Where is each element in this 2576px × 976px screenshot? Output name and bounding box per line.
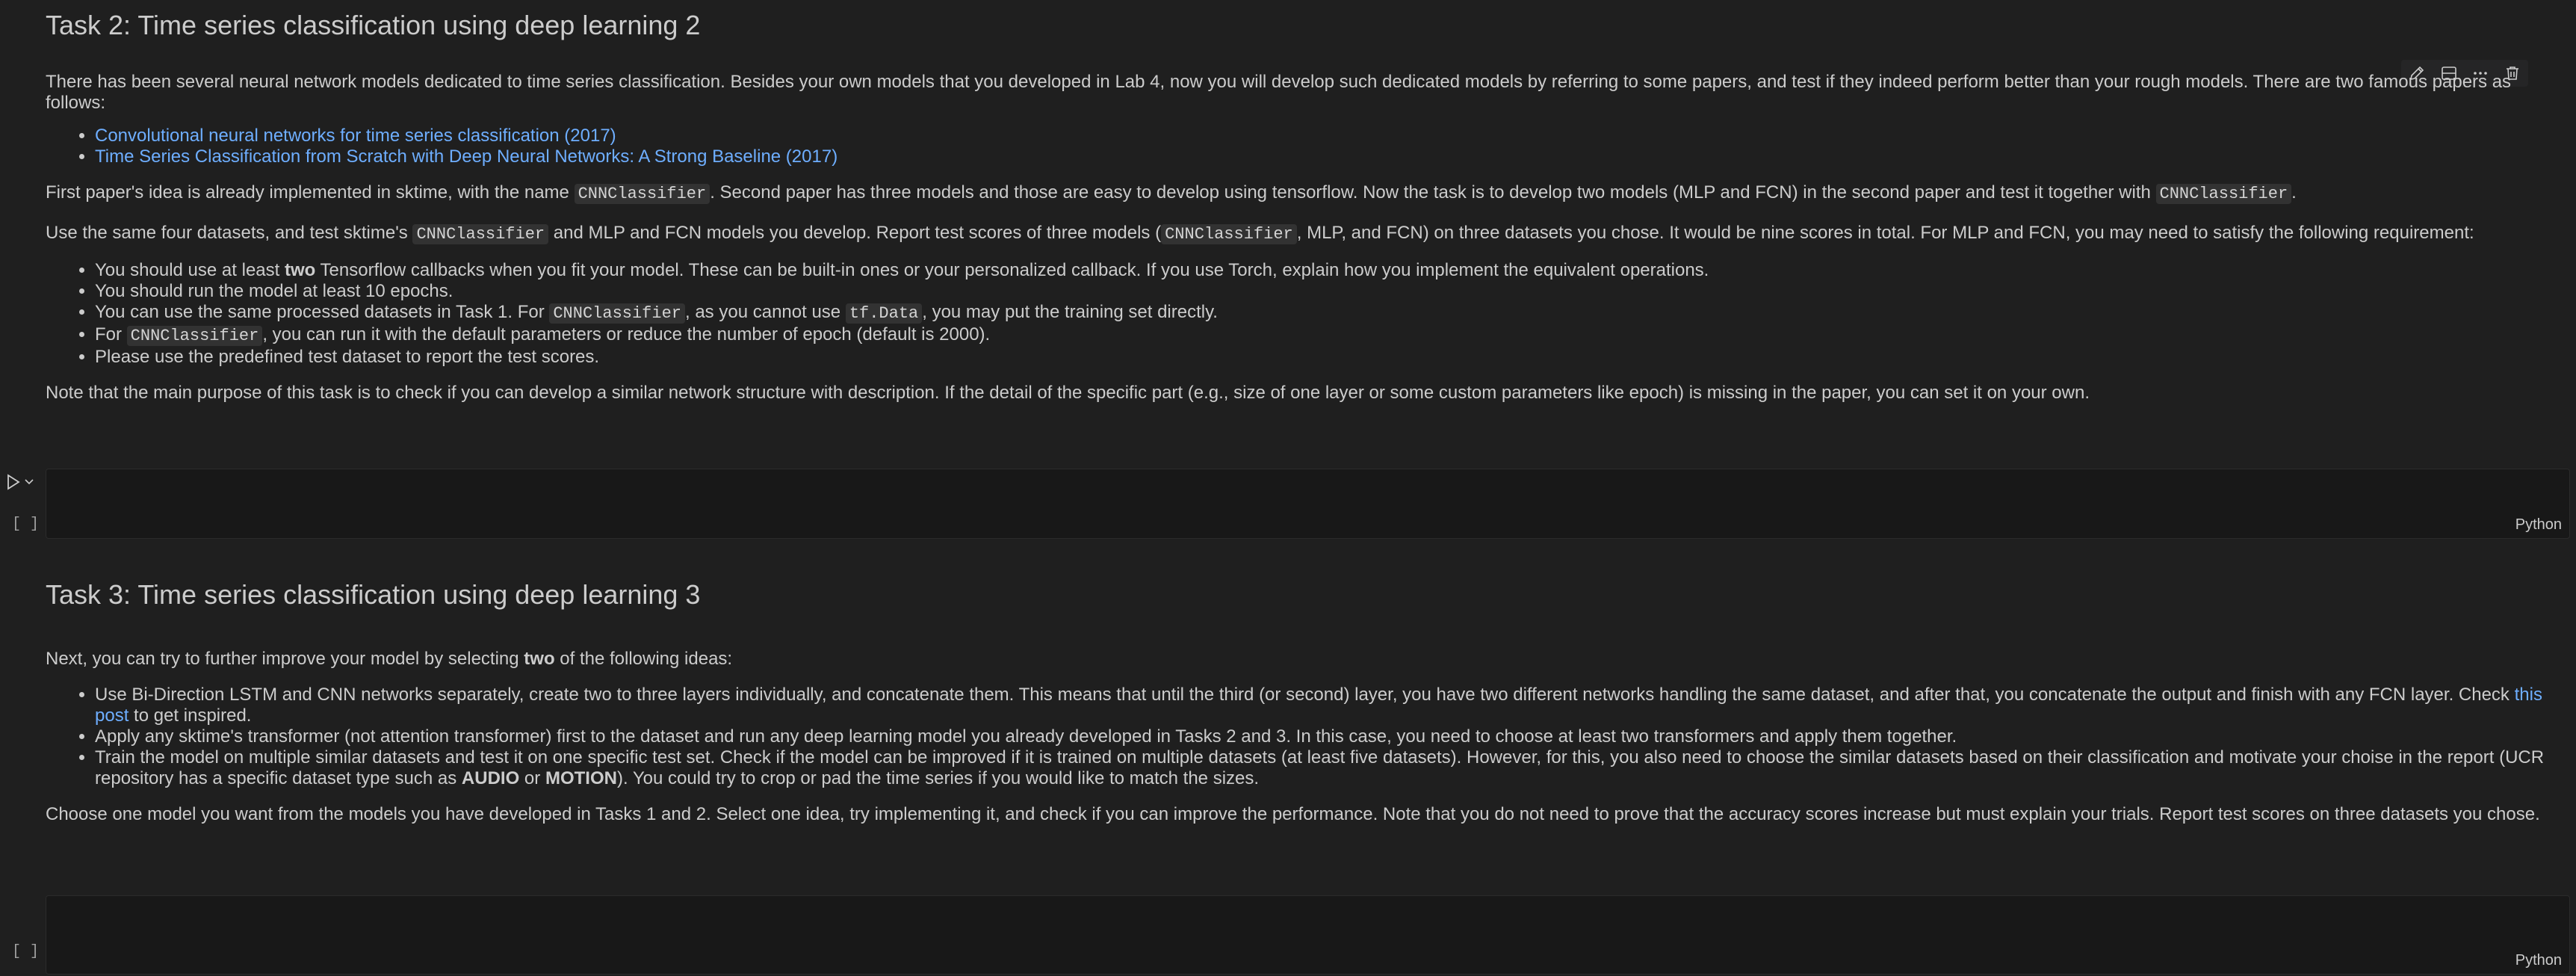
task2-markdown-cell: Task 2: Time series classification using…: [46, 9, 2570, 404]
task3-markdown-cell: Task 3: Time series classification using…: [46, 578, 2570, 825]
language-label[interactable]: Python: [2515, 516, 2562, 534]
ideas-list: Use Bi-Direction LSTM and CNN networks s…: [46, 685, 2570, 789]
task3-heading: Task 3: Time series classification using…: [46, 579, 701, 610]
list-item: For CNNClassifier, you can run it with t…: [95, 324, 2570, 347]
list-item: Convolutional neural networks for time s…: [95, 126, 2570, 146]
list-item: Apply any sktime's transformer (not atte…: [95, 726, 2570, 747]
list-item: Please use the predefined test dataset t…: [95, 347, 2570, 368]
inline-code: CNNClassifier: [574, 184, 710, 204]
list-item: Time Series Classification from Scratch …: [95, 146, 2570, 167]
inline-code: CNNClassifier: [126, 326, 263, 346]
requirements-list: You should use at least two Tensorflow c…: [46, 260, 2570, 368]
execution-count: [ ]: [12, 516, 40, 533]
chevron-down-icon: [25, 479, 34, 485]
task2-paragraph-sktime: First paper's idea is already implemente…: [46, 182, 2297, 204]
task3-intro: Next, you can try to further improve you…: [46, 649, 733, 669]
inline-code: CNNClassifier: [2155, 184, 2292, 204]
execution-count: [ ]: [12, 943, 40, 960]
run-cell-button[interactable]: [6, 471, 39, 493]
paper-link-baseline[interactable]: Time Series Classification from Scratch …: [95, 146, 837, 167]
task2-note: Note that the main purpose of this task …: [46, 383, 2090, 403]
task2-intro: There has been several neural network mo…: [46, 72, 2512, 113]
paper-link-cnn[interactable]: Convolutional neural networks for time s…: [95, 126, 616, 146]
language-label[interactable]: Python: [2515, 952, 2562, 969]
list-item: You should use at least two Tensorflow c…: [95, 260, 2570, 281]
list-item: Train the model on multiple similar data…: [95, 747, 2570, 789]
inline-code: CNNClassifier: [549, 303, 685, 324]
play-icon: [7, 474, 20, 490]
task2-paragraph-datasets: Use the same four datasets, and test skt…: [46, 223, 2474, 244]
task2-heading: Task 2: Time series classification using…: [46, 10, 701, 40]
list-item: Use Bi-Direction LSTM and CNN networks s…: [95, 685, 2570, 726]
list-item: You can use the same processed datasets …: [95, 302, 2570, 324]
inline-code: CNNClassifier: [412, 224, 549, 244]
list-item: You should run the model at least 10 epo…: [95, 281, 2570, 302]
task3-closing: Choose one model you want from the model…: [46, 804, 2540, 824]
inline-code: CNNClassifier: [1161, 224, 1297, 244]
inline-code: tf.Data: [845, 303, 923, 324]
code-cell-editor[interactable]: Python: [46, 469, 2570, 539]
paper-links-list: Convolutional neural networks for time s…: [46, 126, 2570, 167]
code-cell-editor[interactable]: Python: [46, 895, 2570, 975]
